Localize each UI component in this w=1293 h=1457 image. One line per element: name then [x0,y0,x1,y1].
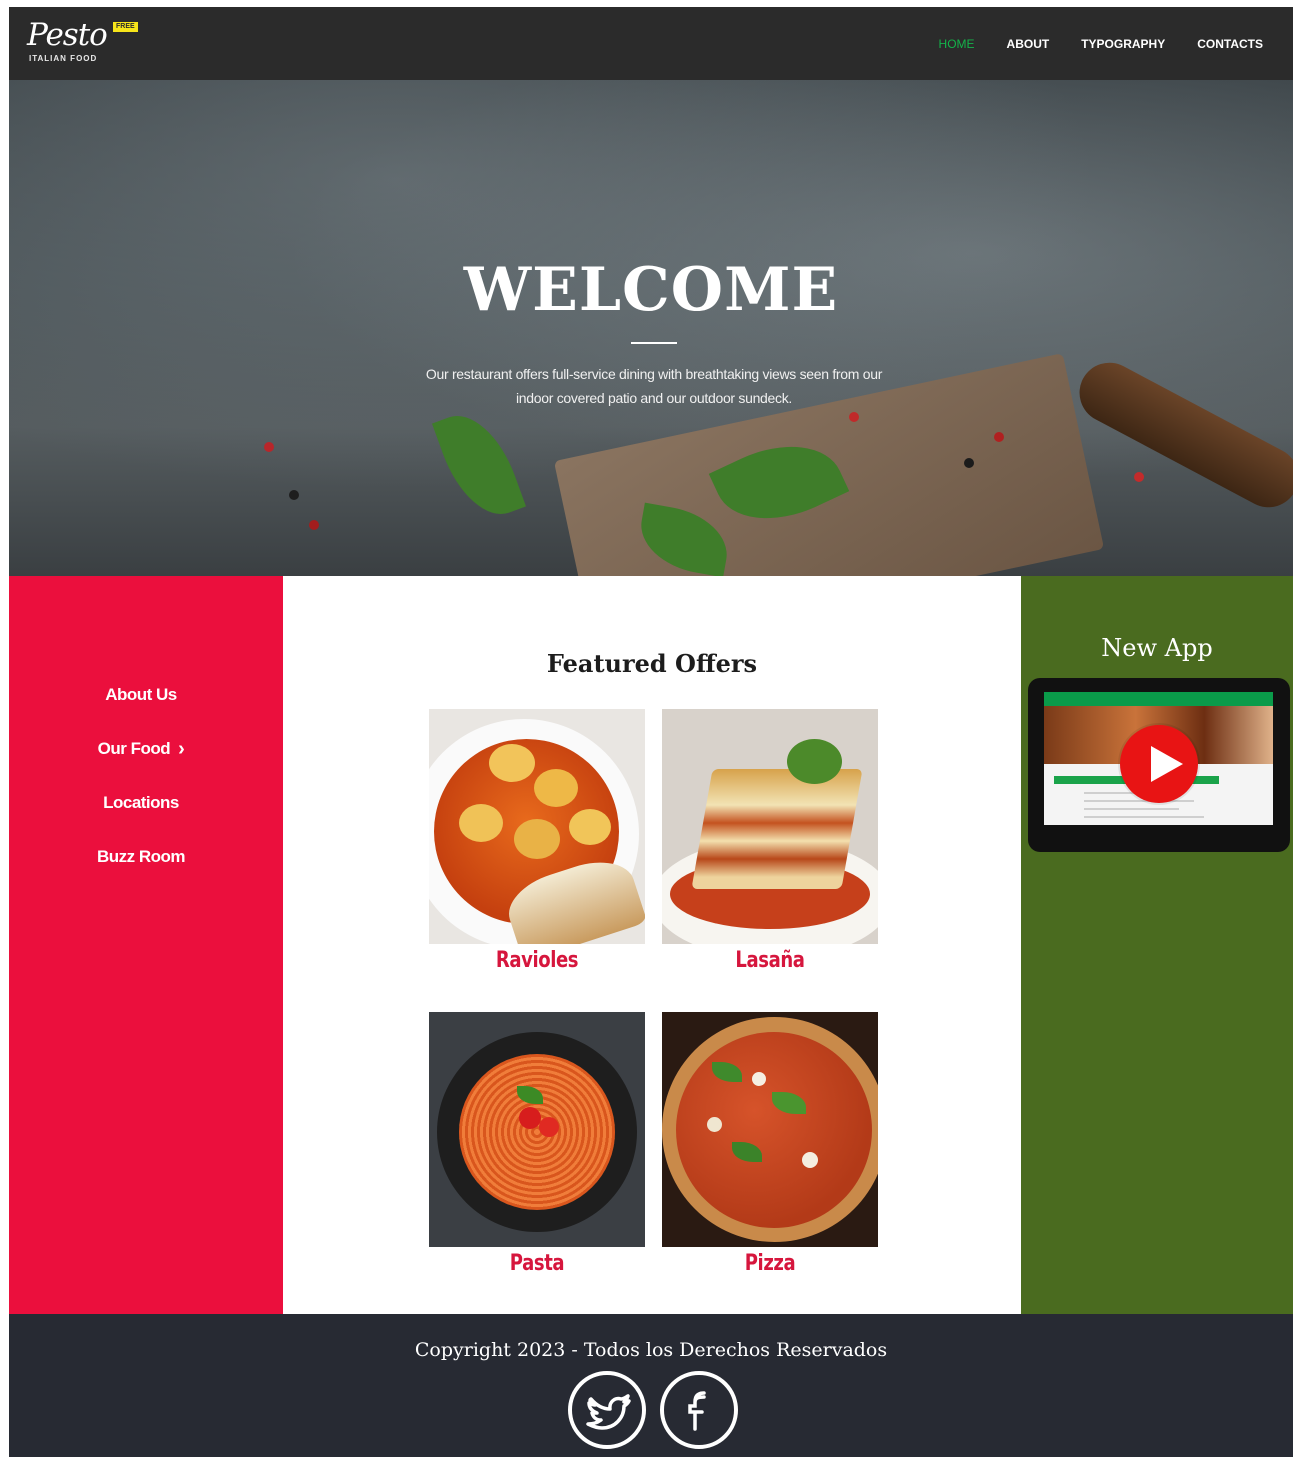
app-text-line [1084,808,1179,810]
nav-typography[interactable]: TYPOGRAPHY [1081,37,1165,51]
sidebar-item-our-food[interactable]: Our Food › [9,722,273,776]
chevron-right-icon: › [178,737,185,760]
sidebar-menu: About Us Our Food › Locations Buzz Room [9,668,273,884]
logo-wordmark: Pesto [27,17,108,53]
copyright-text: Copyright 2023 - Todos los Derechos Rese… [414,1339,888,1361]
basil-leaf-image [431,403,527,527]
pasta-image [429,1012,645,1247]
hero-banner: WELCOME Our restaurant offers full-servi… [9,80,1293,576]
page: Pesto FREE ITALIAN FOOD HOME ABOUT TYPOG… [9,7,1293,1457]
offer-card-ravioles[interactable]: Ravioles [429,709,645,973]
hero-description: Our restaurant offers full-service dinin… [425,366,883,406]
app-text-line [1084,816,1204,818]
app-video-thumbnail[interactable] [1028,678,1290,852]
top-navbar: Pesto FREE ITALIAN FOOD HOME ABOUT TYPOG… [9,7,1293,80]
nav-home[interactable]: HOME [939,37,975,51]
offer-card-pizza[interactable]: Pizza [662,1012,878,1276]
offer-card-lasana[interactable]: Lasaña [662,709,878,973]
sidebar-item-label: Buzz Room [96,847,186,866]
featured-offers-section: Featured Offers Ravioles Lasaña Pasta Pi… [283,576,1021,1314]
sidebar-item-locations[interactable]: Locations [9,776,273,830]
sidebar-item-label: Locations [103,793,179,812]
offer-name: Ravioles [495,948,579,973]
lasagna-image [662,709,878,944]
offer-card-pasta[interactable]: Pasta [429,1012,645,1276]
twitter-bird-glyph [586,1394,631,1430]
hero-divider [631,342,677,344]
main-nav: HOME ABOUT TYPOGRAPHY CONTACTS [939,7,1263,80]
ravioli-image [429,709,645,944]
nav-about[interactable]: ABOUT [1007,37,1050,51]
sidebar-item-label: About Us [105,685,177,704]
app-promo-panel: New App [1021,576,1293,1314]
peppercorn-image [309,520,319,530]
section-title: Featured Offers [546,649,758,678]
free-badge: FREE [113,22,138,32]
logo-tagline: ITALIAN FOOD [29,54,98,63]
left-sidebar: About Us Our Food › Locations Buzz Room [9,576,283,1314]
offer-name: Pizza [744,1251,796,1276]
twitter-icon[interactable] [568,1371,646,1449]
offer-name: Lasaña [735,948,805,973]
peppercorn-image [964,458,974,468]
sidebar-item-about-us[interactable]: About Us [9,668,273,722]
facebook-f-glyph [688,1391,706,1431]
pizza-image [662,1012,878,1247]
sidebar-item-buzz-room[interactable]: Buzz Room [9,830,273,884]
peppercorn-image [1134,472,1144,482]
offer-name: Pasta [509,1251,565,1276]
peppercorn-image [849,412,859,422]
app-panel-title: New App [1101,634,1213,662]
sidebar-item-label: Our Food [97,739,171,758]
site-footer: Copyright 2023 - Todos los Derechos Rese… [9,1314,1293,1457]
facebook-icon[interactable] [660,1371,738,1449]
app-header-bar [1044,692,1273,706]
peppercorn-image [264,442,274,452]
app-text-line [1084,800,1194,802]
nav-contacts[interactable]: CONTACTS [1197,37,1263,51]
peppercorn-image [289,490,299,500]
play-icon[interactable] [1120,725,1198,803]
logo[interactable]: Pesto FREE ITALIAN FOOD [27,17,157,69]
rolling-pin-image [1068,352,1293,518]
peppercorn-image [994,432,1004,442]
hero-title: WELCOME [463,255,839,325]
play-triangle [1151,746,1183,782]
